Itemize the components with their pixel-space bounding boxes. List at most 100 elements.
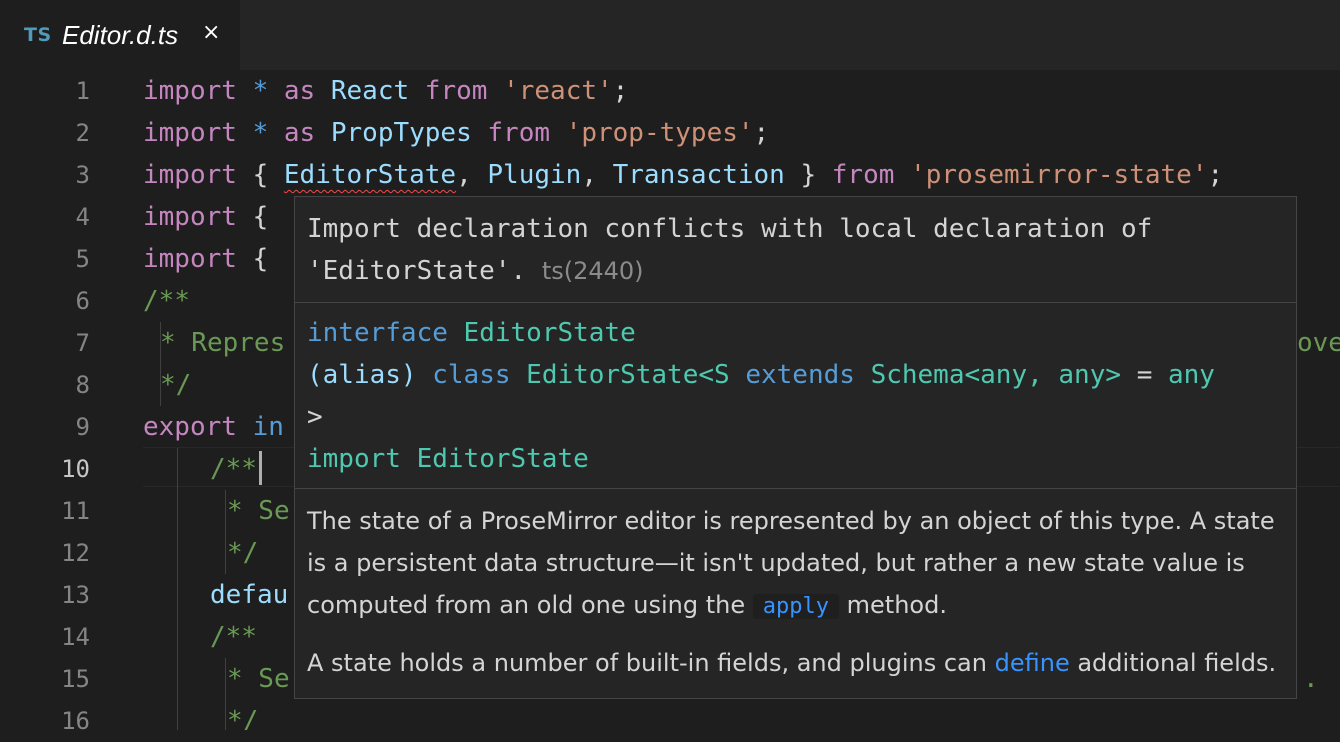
line-number-active: 10: [61, 455, 90, 483]
code-line-14: /**: [210, 622, 257, 652]
error-source: ts(2440): [541, 257, 644, 285]
line-number: 1: [75, 77, 90, 105]
line-number: 4: [75, 203, 90, 231]
keyword: as: [283, 118, 316, 148]
code-line-13: defau: [210, 580, 289, 610]
identifier: React: [330, 76, 410, 106]
tab-title: Editor.d.ts: [62, 20, 179, 50]
error-identifier[interactable]: EditorState: [284, 160, 456, 190]
identifier: Transaction: [612, 160, 785, 190]
doc-paragraph-2: A state holds a number of built-in field…: [307, 642, 1284, 684]
punctuation: {: [252, 202, 269, 232]
doc-text: A state holds a number of built-in field…: [307, 649, 987, 677]
code-line-11: * Se: [227, 496, 290, 526]
line-number: 8: [75, 371, 90, 399]
identifier: PropTypes: [330, 118, 472, 148]
text-cursor: [259, 451, 262, 485]
line-number: 16: [61, 707, 90, 735]
code-line-8: */: [160, 370, 192, 400]
doc-text: additional: [1077, 649, 1197, 677]
signature-eq: =: [1136, 360, 1153, 390]
punctuation: ;: [753, 118, 770, 148]
string-literal: 'react': [503, 76, 613, 106]
error-message-line2: 'EditorState'.: [307, 256, 527, 286]
signature-import: import EditorState: [307, 438, 1284, 480]
line-number: 15: [61, 665, 90, 693]
keyword: import: [143, 76, 237, 106]
signature-any: any: [1168, 360, 1215, 390]
indent-guide: [177, 448, 178, 730]
signature-type: EditorState: [463, 318, 636, 348]
string-literal: 'prop-types': [565, 118, 754, 148]
keyword: from: [831, 160, 895, 190]
operator: *: [252, 76, 269, 106]
line-number: 3: [75, 161, 90, 189]
code-line-6: /**: [143, 286, 190, 316]
punctuation: ,: [581, 160, 597, 190]
punctuation: ;: [1207, 160, 1224, 190]
code-line-5: import {: [143, 238, 268, 280]
signature-keyword: class: [432, 360, 511, 390]
indent-guide: [225, 658, 226, 730]
code-line-10: /**: [210, 454, 257, 484]
doc-inline-code: apply: [752, 594, 839, 619]
error-message-line2-wrap: 'EditorState'. ts(2440): [307, 250, 1284, 292]
line-number-gutter: 1 2 3 4 5 6 7 8 9 10 11 12 13 14 15 16: [0, 70, 120, 735]
doc-text: fields.: [1204, 649, 1277, 677]
code-line-16: */: [227, 706, 259, 730]
signature-type: Schema: [870, 360, 965, 390]
signature-generic-args: <any, any>: [964, 360, 1122, 390]
keyword: import: [143, 202, 237, 232]
code-line-7-overflow: ove: [1297, 328, 1340, 358]
tab-bar: TS Editor.d.ts ×: [0, 0, 1340, 72]
divider: [295, 302, 1296, 303]
punctuation: ,: [456, 160, 472, 190]
line-number: 11: [61, 497, 90, 525]
code-line-15: * Se: [227, 664, 290, 694]
divider: [295, 488, 1296, 489]
indent-guide: [225, 490, 226, 574]
punctuation: ;: [612, 76, 629, 106]
close-icon[interactable]: ×: [202, 20, 220, 45]
punctuation: {: [252, 160, 269, 190]
signature-interface: interface EditorState: [307, 312, 1284, 354]
keyword: from: [487, 118, 551, 148]
punctuation: }: [800, 160, 817, 190]
keyword: import: [143, 118, 237, 148]
code-line-12: */: [227, 538, 259, 568]
error-message-line1: Import declaration conflicts with local …: [307, 214, 1153, 244]
code-line-9: export in: [143, 406, 284, 448]
code-line-15-overflow: .: [1303, 664, 1319, 694]
line-number: 12: [61, 539, 90, 567]
line-number: 6: [75, 287, 90, 315]
code-line-1: import * as React from 'react';: [143, 70, 628, 112]
tab-editor-d-ts[interactable]: TS Editor.d.ts ×: [0, 0, 240, 72]
typescript-file-icon: TS: [24, 24, 52, 46]
code-line-3: import { EditorState, Plugin, Transactio…: [143, 154, 1223, 196]
identifier: Plugin: [487, 160, 582, 190]
code-line-2: import * as PropTypes from 'prop-types';: [143, 112, 769, 154]
signature-keyword: extends: [745, 360, 855, 390]
doc-text: method.: [846, 591, 947, 619]
signature-keyword: interface: [307, 318, 448, 348]
keyword: export: [143, 412, 237, 442]
signature-keyword: import: [307, 444, 401, 474]
punctuation: {: [252, 244, 269, 274]
keyword-fragment: in: [252, 412, 284, 442]
line-number: 7: [75, 329, 90, 357]
line-number: 9: [75, 413, 90, 441]
signature-alias-prefix: (alias): [307, 360, 417, 390]
doc-link-define[interactable]: define: [995, 649, 1070, 677]
operator: *: [252, 118, 269, 148]
signature-section: interface EditorState (alias) class Edit…: [307, 312, 1284, 480]
keyword: as: [283, 76, 316, 106]
code-line-7: * Repres: [160, 328, 286, 358]
signature-type: EditorState: [416, 444, 589, 474]
error-section: Import declaration conflicts with local …: [307, 208, 1284, 292]
line-number: 2: [75, 119, 90, 147]
hover-tooltip[interactable]: Import declaration conflicts with local …: [294, 196, 1297, 699]
keyword: import: [143, 160, 237, 190]
documentation-section: The state of a ProseMirror editor is rep…: [307, 500, 1284, 684]
signature-alias: (alias) class EditorState<S extends Sche…: [307, 354, 1284, 396]
keyword: import: [143, 244, 237, 274]
